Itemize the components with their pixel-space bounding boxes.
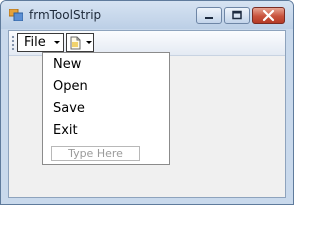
- menu-item-new[interactable]: New: [53, 57, 81, 72]
- form-icon: [9, 9, 23, 21]
- window-title: frmToolStrip: [29, 8, 102, 22]
- title-bar[interactable]: frmToolStrip: [1, 1, 293, 29]
- add-new-item-split-button[interactable]: [66, 33, 94, 52]
- type-here-input[interactable]: Type Here: [51, 146, 140, 161]
- toolstrip-grip[interactable]: [11, 35, 15, 51]
- minimize-icon: [205, 17, 213, 19]
- file-dropdown-menu: New Open Save Exit Type Here: [42, 52, 170, 165]
- close-icon: [262, 9, 275, 22]
- maximize-button[interactable]: [224, 7, 250, 24]
- file-menu-label: File: [24, 35, 46, 50]
- form-window: frmToolStrip File New Open Save Exit Typ…: [0, 0, 294, 205]
- form-client-area: File New Open Save Exit Type Here: [8, 30, 286, 198]
- chevron-down-icon: [54, 41, 60, 44]
- chevron-down-icon: [86, 41, 92, 44]
- maximize-icon: [232, 10, 242, 20]
- close-button[interactable]: [252, 7, 285, 24]
- menu-item-exit[interactable]: Exit: [53, 123, 78, 138]
- minimize-button[interactable]: [196, 7, 222, 24]
- menu-item-save[interactable]: Save: [53, 101, 85, 116]
- file-menu-button[interactable]: File: [17, 33, 64, 52]
- menu-item-open[interactable]: Open: [53, 79, 88, 94]
- new-document-icon: [70, 36, 81, 50]
